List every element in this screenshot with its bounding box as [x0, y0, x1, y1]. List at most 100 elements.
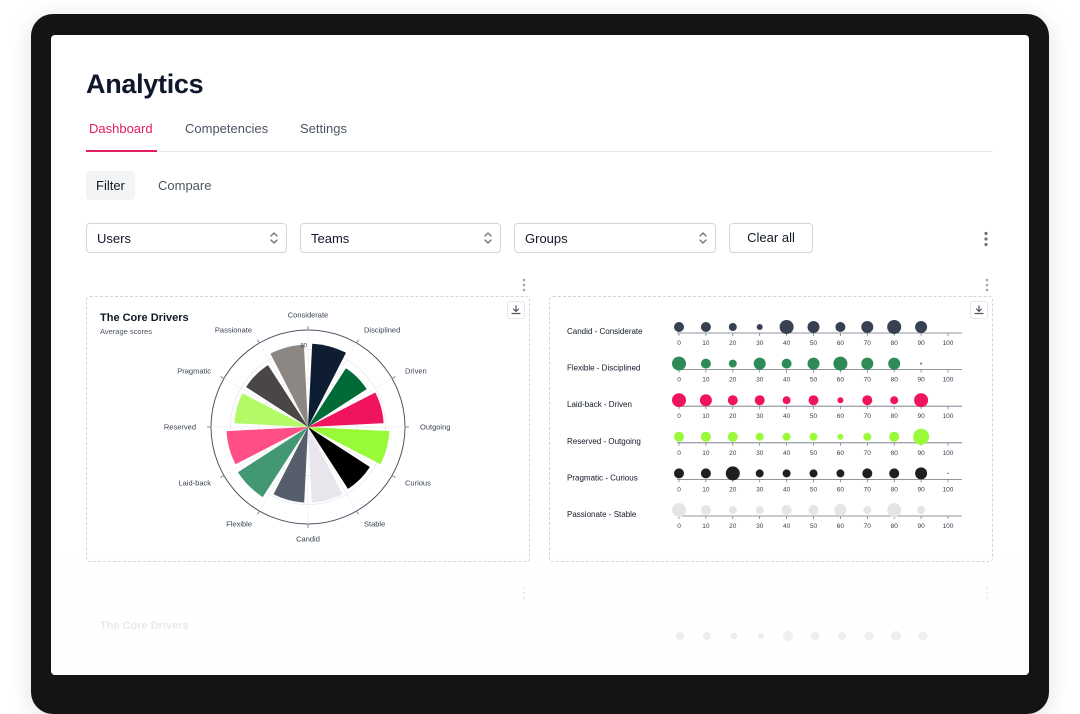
polar-category-label: Laid-back — [178, 479, 211, 488]
strip-tick-label: 10 — [702, 486, 710, 493]
strip-dot — [835, 322, 846, 332]
strip-tick-label: 0 — [677, 340, 681, 347]
strip-dot — [700, 358, 711, 369]
strip-tick-label: 40 — [783, 486, 791, 493]
chart-options-icon[interactable] — [518, 277, 530, 293]
strip-dot — [674, 468, 684, 479]
trait-spectrum-card-ghost — [549, 604, 993, 675]
strip-tick-label: 10 — [702, 450, 710, 457]
strip-dot — [755, 432, 764, 441]
strip-dot — [781, 505, 792, 515]
groups-select[interactable]: Groups — [514, 223, 716, 253]
strip-dot — [888, 357, 901, 370]
tab-competencies[interactable]: Competencies — [185, 121, 268, 151]
strip-dot — [674, 322, 684, 332]
strip-dot — [808, 505, 819, 515]
compare-button[interactable]: Compare — [148, 171, 221, 200]
clear-all-button[interactable]: Clear all — [729, 223, 813, 253]
strip-dot — [809, 469, 818, 478]
teams-select[interactable]: Teams — [300, 223, 501, 253]
strip-dot — [700, 468, 711, 479]
chart-title: The Core Drivers — [100, 312, 189, 324]
tab-dashboard[interactable]: Dashboard — [86, 121, 157, 152]
users-select[interactable]: Users — [86, 223, 287, 253]
strip-tick-label: 60 — [837, 377, 845, 384]
strip-tick-label: 90 — [917, 523, 925, 530]
strip-dot — [728, 323, 737, 331]
strip-tick-label: 0 — [677, 523, 681, 530]
strip-tick-label: 10 — [702, 340, 710, 347]
tab-settings[interactable]: Settings — [300, 121, 347, 151]
strip-tick-label: 20 — [729, 340, 737, 347]
strip-tick-label: 60 — [837, 413, 845, 420]
strip-tick-label: 10 — [702, 377, 710, 384]
strip-tick-label: 50 — [810, 413, 818, 420]
ghost-dot — [918, 631, 928, 641]
polar-category-label: Considerate — [288, 311, 328, 320]
strip-dot — [836, 469, 845, 478]
strip-dot — [674, 431, 684, 442]
strip-tick-label: 40 — [783, 450, 791, 457]
strip-dot — [807, 321, 820, 333]
chart-options-icon[interactable] — [981, 277, 993, 293]
filter-button[interactable]: Filter — [86, 171, 135, 200]
strip-tick-label: 40 — [783, 340, 791, 347]
strip-dot — [728, 359, 737, 368]
strip-tick-label: 90 — [917, 377, 925, 384]
chart-options-icon — [985, 586, 989, 600]
strip-tick-label: 80 — [891, 450, 899, 457]
strip-dot — [889, 431, 900, 442]
polar-category-label: Flexible — [226, 520, 252, 529]
strip-tick-label: 30 — [756, 340, 764, 347]
trait-spectrum-card: Candid - Considerate 0 10 20 30 40 50 60 70 80 90 1… — [549, 296, 993, 562]
strip-dot — [833, 356, 848, 371]
strip-tick-label: 30 — [756, 486, 764, 493]
strip-dot — [782, 432, 791, 441]
strip-tick-label: 80 — [891, 523, 899, 530]
ghost-dot — [810, 631, 820, 641]
strip-dot — [756, 324, 763, 330]
polar-tick — [220, 475, 225, 478]
strip-dot — [863, 432, 872, 441]
polar-tick — [391, 376, 396, 379]
users-select-label: Users — [97, 231, 131, 246]
strip-dot — [727, 395, 738, 406]
strip-tick-label: 30 — [756, 523, 764, 530]
polar-category-label: Stable — [364, 520, 385, 529]
strip-tick-label: 50 — [810, 486, 818, 493]
ghost-dot — [730, 632, 738, 640]
strip-tick-label: 30 — [756, 377, 764, 384]
polar-tick — [257, 339, 260, 344]
strip-tick-label: 30 — [756, 413, 764, 420]
strip-dot — [755, 506, 764, 514]
more-options-icon[interactable] — [980, 231, 992, 247]
strip-tick-label: 60 — [837, 486, 845, 493]
polar-category-label: Driven — [405, 367, 427, 376]
strip-tick-label: 50 — [810, 450, 818, 457]
strip-tick-label: 60 — [837, 523, 845, 530]
series-label: Flexible - Disciplined — [567, 364, 640, 373]
strip-dot — [837, 433, 844, 440]
strip-dot — [947, 472, 949, 474]
series-label: Candid - Considerate — [567, 327, 643, 336]
strip-tick-label: 0 — [677, 486, 681, 493]
trait-spectrum-chart: Candid - Considerate 0 10 20 30 40 50 60 70 80 90 1… — [567, 320, 962, 530]
strip-tick-label: 100 — [943, 450, 954, 457]
polar-tick — [257, 510, 260, 515]
strip-tick-label: 100 — [943, 486, 954, 493]
strip-dot — [862, 468, 873, 479]
strip-dot — [861, 321, 874, 333]
polar-category-label: Disciplined — [364, 326, 400, 335]
strip-tick-label: 20 — [729, 486, 737, 493]
strip-dot — [808, 395, 819, 406]
strip-dot — [890, 396, 899, 405]
strip-tick-label: 0 — [677, 413, 681, 420]
strip-tick-label: 70 — [864, 486, 872, 493]
ghost-dot — [891, 631, 901, 641]
core-drivers-chart: The Core Drivers Average scores 80 Consid… — [100, 311, 450, 544]
strip-tick-label: 40 — [783, 523, 791, 530]
polar-category-label: Pragmatic — [177, 367, 211, 376]
strip-tick-label: 100 — [943, 413, 954, 420]
strip-tick-label: 40 — [783, 377, 791, 384]
strip-tick-label: 70 — [864, 413, 872, 420]
